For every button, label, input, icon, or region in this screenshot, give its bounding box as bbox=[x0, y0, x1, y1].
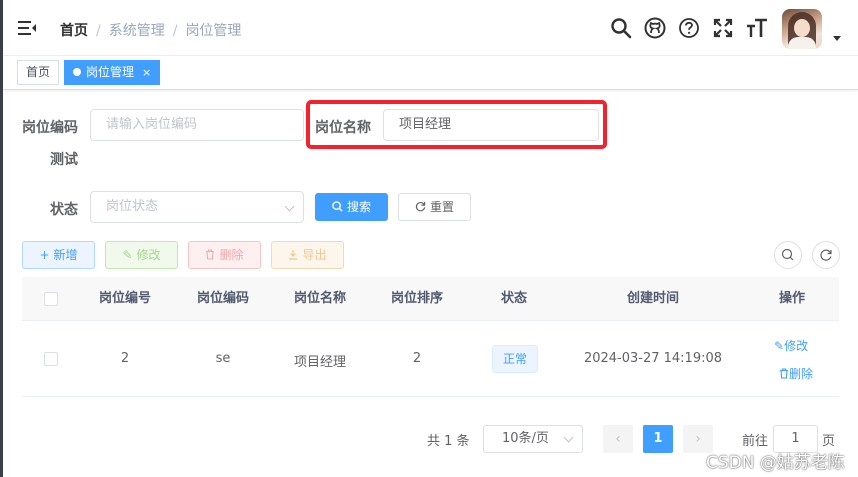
github-icon[interactable] bbox=[644, 17, 666, 39]
column-header[interactable]: 岗位排序 bbox=[372, 277, 462, 321]
tag-label: 首页 bbox=[26, 65, 51, 79]
tag-post-management[interactable]: 岗位管理 × bbox=[64, 60, 161, 85]
column-header[interactable]: 状态 bbox=[469, 277, 559, 321]
tag-home[interactable]: 首页 bbox=[17, 60, 60, 85]
close-icon[interactable]: × bbox=[142, 66, 151, 79]
add-button[interactable]: + 新增 bbox=[22, 241, 95, 269]
tags-view: 首页 岗位管理 × bbox=[3, 56, 858, 90]
column-header: 操作 bbox=[778, 291, 805, 306]
cell-post-id: 2 bbox=[120, 351, 130, 366]
breadcrumb-home[interactable]: 首页 bbox=[60, 23, 88, 39]
tag-label: 岗位管理 bbox=[86, 65, 135, 79]
page-number-current[interactable]: 1 bbox=[643, 425, 673, 453]
highlight-box bbox=[306, 100, 607, 149]
search-icon bbox=[781, 248, 794, 261]
chevron-down-icon bbox=[563, 432, 574, 443]
cell-post-sort: 2 bbox=[412, 351, 422, 366]
app-page: 首页 / 系统管理 / 岗位管理 首页 岗位管理 × 岗位编码 请输入岗位编码 … bbox=[0, 0, 858, 477]
delete-button[interactable]: 删除 bbox=[188, 241, 261, 269]
delete-button-label: 删除 bbox=[219, 248, 244, 262]
test-label: 测试 bbox=[50, 152, 78, 168]
search-button[interactable]: 搜索 bbox=[315, 193, 388, 221]
row-edit-label: 修改 bbox=[784, 339, 809, 353]
search-icon[interactable] bbox=[610, 17, 632, 39]
breadcrumb-system[interactable]: 系统管理 bbox=[109, 23, 165, 39]
status-select[interactable]: 岗位状态 bbox=[90, 191, 304, 223]
export-button[interactable]: 导出 bbox=[271, 241, 344, 269]
plus-icon: + bbox=[39, 248, 50, 262]
breadcrumb-separator: / bbox=[96, 23, 101, 39]
search-button-label: 搜索 bbox=[346, 200, 371, 214]
cell-post-code: se bbox=[215, 351, 231, 366]
breadcrumb: 首页 / 系统管理 / 岗位管理 bbox=[60, 20, 241, 40]
row-delete-link[interactable]: 删除 bbox=[779, 365, 813, 382]
status-select-placeholder: 岗位状态 bbox=[106, 199, 159, 214]
goto-prefix: 前往 bbox=[742, 434, 769, 449]
watermark: CSDN @姑苏老陈 bbox=[706, 453, 845, 473]
reset-button[interactable]: 重置 bbox=[398, 193, 471, 221]
search-icon bbox=[332, 194, 343, 220]
refresh-icon bbox=[820, 249, 832, 261]
status-label: 状态 bbox=[50, 202, 78, 218]
edit-button-label: 修改 bbox=[136, 248, 161, 262]
prev-page-button[interactable]: ‹ bbox=[603, 425, 633, 453]
refresh-table-button[interactable] bbox=[812, 241, 840, 269]
table-header: 岗位编号 岗位编码 岗位名称 岗位排序 状态 创建时间 操作 bbox=[22, 277, 839, 321]
column-header[interactable]: 岗位名称 bbox=[275, 277, 365, 321]
pagination-total: 共 1 条 bbox=[427, 434, 470, 449]
trash-icon bbox=[780, 368, 788, 379]
chevron-down-icon bbox=[284, 201, 295, 212]
goto-suffix: 页 bbox=[822, 434, 836, 449]
status-badge: 正常 bbox=[492, 345, 538, 373]
avatar[interactable] bbox=[782, 9, 822, 49]
row-checkbox[interactable] bbox=[44, 352, 58, 366]
refresh-icon bbox=[415, 194, 426, 220]
question-icon[interactable] bbox=[678, 17, 700, 39]
column-header[interactable]: 岗位编号 bbox=[80, 277, 170, 321]
page-size-value: 10条/页 bbox=[502, 431, 549, 446]
toggle-search-button[interactable] bbox=[774, 241, 802, 269]
fullscreen-icon[interactable] bbox=[712, 17, 734, 39]
export-button-label: 导出 bbox=[302, 248, 327, 262]
row-delete-label: 删除 bbox=[789, 367, 814, 381]
cell-post-name: 项目经理 bbox=[293, 355, 346, 370]
reset-button-label: 重置 bbox=[429, 200, 454, 214]
font-size-icon[interactable] bbox=[746, 17, 768, 39]
trash-icon bbox=[205, 242, 215, 268]
add-button-label: 新增 bbox=[53, 248, 78, 262]
download-icon bbox=[288, 242, 298, 268]
page-size-select[interactable]: 10条/页 bbox=[483, 425, 583, 453]
edit-icon: ✎ bbox=[122, 248, 133, 262]
edit-button[interactable]: ✎ 修改 bbox=[105, 241, 178, 269]
breadcrumb-separator: / bbox=[172, 23, 178, 39]
navbar: 首页 / 系统管理 / 岗位管理 bbox=[3, 0, 858, 56]
row-edit-link[interactable]: ✎修改 bbox=[774, 337, 808, 354]
active-dot-icon bbox=[73, 68, 81, 76]
select-all-checkbox[interactable] bbox=[44, 292, 58, 306]
column-header[interactable]: 岗位编码 bbox=[178, 277, 268, 321]
edit-icon: ✎ bbox=[774, 339, 785, 353]
column-header[interactable]: 创建时间 bbox=[603, 277, 703, 321]
row-divider bbox=[22, 396, 839, 397]
breadcrumb-current: 岗位管理 bbox=[185, 23, 242, 39]
post-code-input[interactable]: 请输入岗位编码 bbox=[90, 109, 304, 141]
hamburger-icon[interactable] bbox=[17, 19, 37, 37]
caret-down-icon[interactable] bbox=[833, 36, 841, 41]
cell-created-time: 2024-03-27 14:19:08 bbox=[583, 351, 723, 366]
post-code-label: 岗位编码 bbox=[22, 120, 78, 136]
